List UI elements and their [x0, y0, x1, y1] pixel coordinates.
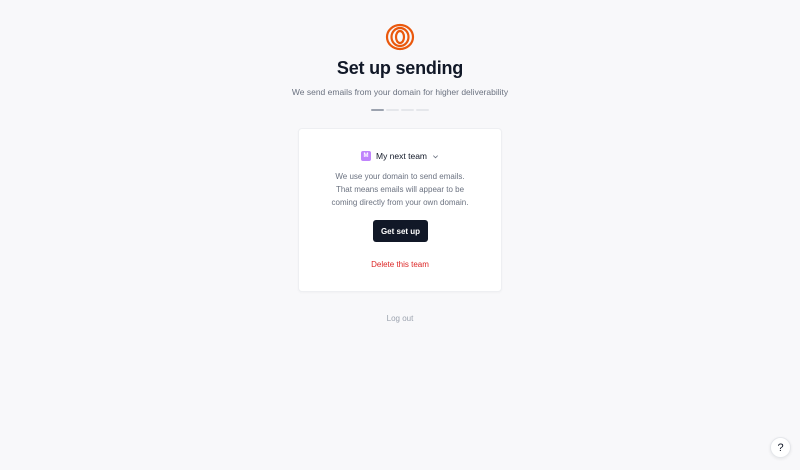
chevron-down-icon [433, 154, 439, 158]
brand-logo-icon [385, 23, 415, 51]
progress-steps [371, 109, 429, 111]
description-line: We use your domain to send emails. [335, 172, 465, 181]
delete-team-link[interactable]: Delete this team [299, 260, 501, 269]
progress-step-4 [416, 109, 429, 111]
description-line: coming directly from your own domain. [331, 198, 469, 207]
help-button[interactable]: ? [770, 437, 791, 458]
team-switcher[interactable]: M My next team [299, 151, 501, 161]
progress-step-3 [401, 109, 414, 111]
card-description: We use your domain to send emails. That … [299, 170, 501, 209]
team-name: My next team [375, 151, 428, 161]
page-subtitle: We send emails from your domain for high… [291, 87, 509, 97]
team-avatar: M [360, 151, 371, 161]
get-set-up-button[interactable]: Get set up [373, 220, 428, 242]
description-line: That means emails will appear to be [335, 185, 465, 194]
page-title: Set up sending [336, 58, 464, 78]
progress-step-2 [386, 109, 399, 111]
logout-link[interactable]: Log out [0, 314, 800, 323]
setup-card: M My next team We use your domain to sen… [298, 128, 502, 292]
progress-step-1 [371, 109, 384, 111]
setup-page: Set up sending We send emails from your … [0, 0, 800, 470]
question-icon: ? [777, 441, 784, 454]
